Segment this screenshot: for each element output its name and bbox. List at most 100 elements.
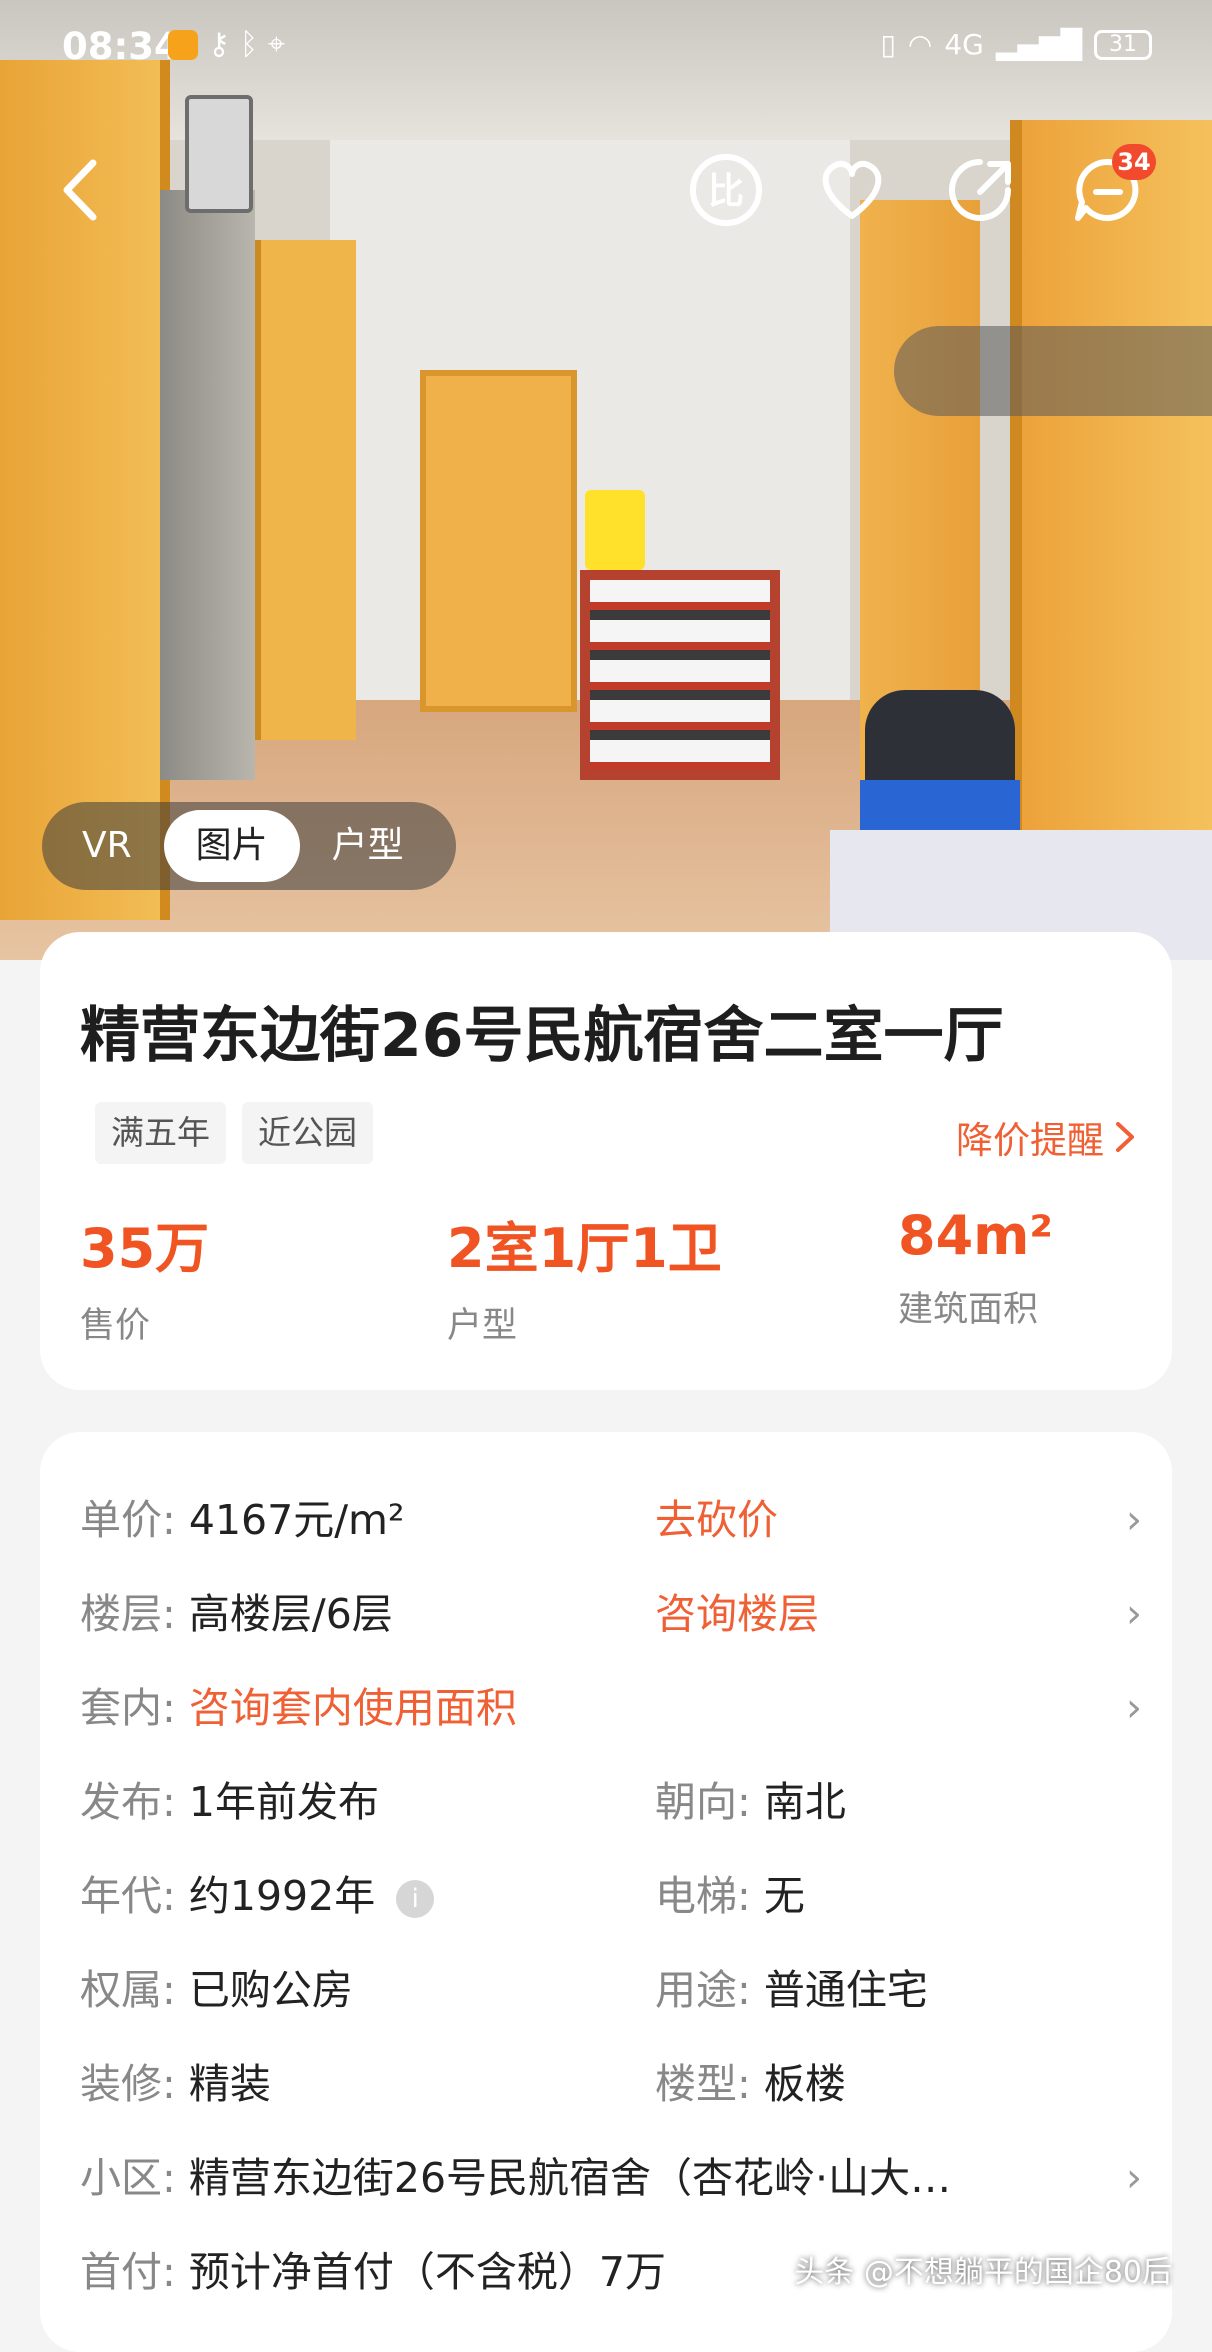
tab-floorplan[interactable]: 户型 bbox=[300, 810, 436, 882]
photo-door-back bbox=[420, 370, 577, 712]
chevron-right-icon: › bbox=[1126, 2155, 1142, 2201]
building-type-cell: 楼型: 板楼 bbox=[655, 2044, 846, 2124]
heart-icon bbox=[822, 160, 882, 219]
share-icon bbox=[949, 159, 1011, 221]
elevator-cell: 电梯: 无 bbox=[655, 1856, 805, 1936]
listing-detail-card: 单价: 4167元/m² 去砍价 › 楼层: 高楼层/6层 咨询楼层 › 套内:… bbox=[40, 1432, 1172, 2352]
building-type-value: 板楼 bbox=[763, 2060, 846, 2108]
key-icon: ⚷ bbox=[208, 27, 230, 62]
usage-key: 用途: bbox=[655, 1966, 751, 2014]
chevron-right-icon: › bbox=[1126, 1591, 1142, 1637]
app-notification-icon bbox=[168, 30, 198, 60]
back-button[interactable] bbox=[40, 150, 120, 230]
detail-row-decoration: 装修: 精装 楼型: 板楼 bbox=[80, 2044, 1142, 2124]
stat-price-label: 售价 bbox=[80, 1306, 151, 1346]
bluetooth-icon: ᛒ bbox=[239, 27, 258, 62]
tag-item: 满五年 bbox=[95, 1102, 226, 1164]
bargain-link[interactable]: 去砍价 bbox=[655, 1480, 778, 1560]
decoration-key: 装修: bbox=[80, 2060, 176, 2108]
orientation-value: 南北 bbox=[763, 1778, 846, 1826]
vibrate-icon: ▯ bbox=[880, 28, 896, 61]
detail-row-unit-price[interactable]: 单价: 4167元/m² 去砍价 › bbox=[80, 1480, 1142, 1560]
price-alert-link[interactable]: 降价提醒 bbox=[956, 1110, 1136, 1164]
stat-area-label: 建筑面积 bbox=[898, 1290, 1039, 1330]
publish-value: 1年前发布 bbox=[188, 1778, 379, 1826]
usage-value: 普通住宅 bbox=[763, 1966, 928, 2014]
ask-floor-link[interactable]: 咨询楼层 bbox=[655, 1574, 819, 1654]
detail-row-community[interactable]: 小区: 精营东边街26号民航宿舍（杏花岭·山大… › bbox=[80, 2138, 1142, 2218]
detail-row-floor[interactable]: 楼层: 高楼层/6层 咨询楼层 › bbox=[80, 1574, 1142, 1654]
stat-layout-label: 户型 bbox=[447, 1306, 518, 1346]
orientation-key: 朝向: bbox=[655, 1778, 751, 1826]
photo-door-far-right bbox=[1010, 120, 1212, 920]
unit-price-key: 单价: bbox=[80, 1496, 176, 1544]
status-right-icons: ▯ ◠ 4G ▂▄▆█ 31 bbox=[880, 28, 1152, 61]
inner-area-link[interactable]: 咨询套内使用面积 bbox=[189, 1684, 517, 1732]
chevron-right-icon bbox=[1116, 1122, 1134, 1152]
stat-layout-value: 2室1厅1卫 bbox=[447, 1217, 722, 1280]
detail-row-era: 年代: 约1992年 i 电梯: 无 bbox=[80, 1856, 1142, 1936]
stat-price: 35万 售价 bbox=[80, 1204, 209, 1348]
community-value: 精营东边街26号民航宿舍（杏花岭·山大… bbox=[188, 2154, 952, 2202]
elevator-value: 无 bbox=[763, 1872, 805, 1920]
photo-yellow-box bbox=[585, 490, 645, 570]
photo-shoe-shelf bbox=[580, 570, 780, 780]
network-type: 4G bbox=[944, 28, 984, 61]
tag-item: 近公园 bbox=[242, 1102, 373, 1164]
chat-button[interactable]: 34 bbox=[1068, 144, 1156, 230]
listing-title: 精营东边街26号民航宿舍二室一厅 bbox=[80, 1001, 1004, 1071]
floor-key: 楼层: bbox=[80, 1590, 176, 1638]
status-time: 08:34 bbox=[62, 25, 180, 68]
agent-floating-pill[interactable] bbox=[894, 326, 1212, 416]
decoration-value: 精装 bbox=[188, 2060, 271, 2108]
compare-icon: 比 bbox=[690, 154, 762, 226]
usage-cell: 用途: 普通住宅 bbox=[655, 1950, 928, 2030]
battery-icon: 31 bbox=[1094, 29, 1152, 60]
stat-area-value: 84m² bbox=[898, 1204, 1054, 1267]
media-tab-bar: VR 图片 户型 bbox=[42, 802, 456, 890]
listing-tags: 满五年 近公园 bbox=[95, 1102, 373, 1164]
photo-clock bbox=[185, 95, 253, 213]
photo-mirror bbox=[160, 190, 255, 780]
price-alert-label: 降价提醒 bbox=[956, 1119, 1104, 1162]
elevator-key: 电梯: bbox=[655, 1872, 751, 1920]
detail-row-ownership: 权属: 已购公房 用途: 普通住宅 bbox=[80, 1950, 1142, 2030]
signal-icon: ▂▄▆█ bbox=[995, 28, 1082, 61]
inner-key: 套内: bbox=[80, 1684, 176, 1732]
svg-text:比: 比 bbox=[708, 171, 744, 212]
stat-price-value: 35万 bbox=[80, 1217, 210, 1280]
detail-row-inner-area[interactable]: 套内: 咨询套内使用面积 › bbox=[80, 1668, 1142, 1748]
back-arrow-icon bbox=[63, 159, 97, 221]
ownership-value: 已购公房 bbox=[188, 1966, 353, 2014]
favorite-button[interactable] bbox=[812, 150, 892, 230]
era-key: 年代: bbox=[80, 1872, 176, 1920]
floor-value: 高楼层/6层 bbox=[188, 1590, 393, 1638]
status-bar: 08:34 ⚷ ᛒ ⌖ ▯ ◠ 4G ▂▄▆█ 31 bbox=[0, 0, 1212, 96]
tab-photos[interactable]: 图片 bbox=[163, 810, 300, 882]
compare-button[interactable]: 比 bbox=[686, 150, 766, 230]
chevron-right-icon: › bbox=[1126, 1497, 1142, 1543]
era-value: 约1992年 bbox=[188, 1872, 376, 1920]
listing-summary-card: 精营东边街26号民航宿舍二室一厅 满五年 近公园 降价提醒 35万 售价 2室1… bbox=[40, 932, 1172, 1390]
orientation-cell: 朝向: 南北 bbox=[655, 1762, 846, 1842]
down-payment-key: 首付: bbox=[80, 2248, 176, 2296]
chevron-right-icon: › bbox=[1126, 1685, 1142, 1731]
info-icon[interactable]: i bbox=[396, 1880, 435, 1918]
status-left-icons: ⚷ ᛒ ⌖ bbox=[168, 30, 285, 60]
chat-unread-badge: 34 bbox=[1112, 144, 1156, 180]
unit-price-value: 4167元/m² bbox=[188, 1496, 405, 1544]
share-button[interactable] bbox=[940, 150, 1020, 230]
location-icon: ⌖ bbox=[267, 27, 285, 62]
key-stats: 35万 售价 2室1厅1卫 户型 84m² 建筑面积 bbox=[80, 1204, 1140, 1364]
ownership-key: 权属: bbox=[80, 1966, 176, 2014]
community-key: 小区: bbox=[80, 2154, 176, 2202]
building-type-key: 楼型: bbox=[655, 2060, 751, 2108]
publish-key: 发布: bbox=[80, 1778, 176, 1826]
stat-area: 84m² 建筑面积 bbox=[898, 1204, 1053, 1332]
tab-vr[interactable]: VR bbox=[50, 810, 164, 882]
wifi-icon: ◠ bbox=[907, 28, 933, 61]
detail-row-publish: 发布: 1年前发布 朝向: 南北 bbox=[80, 1762, 1142, 1842]
source-watermark: 头条 @不想躺平的国企80后 bbox=[794, 2255, 1172, 2290]
down-payment-value: 预计净首付（不含税）7万 bbox=[188, 2248, 666, 2296]
photo-door-frame bbox=[255, 240, 356, 740]
